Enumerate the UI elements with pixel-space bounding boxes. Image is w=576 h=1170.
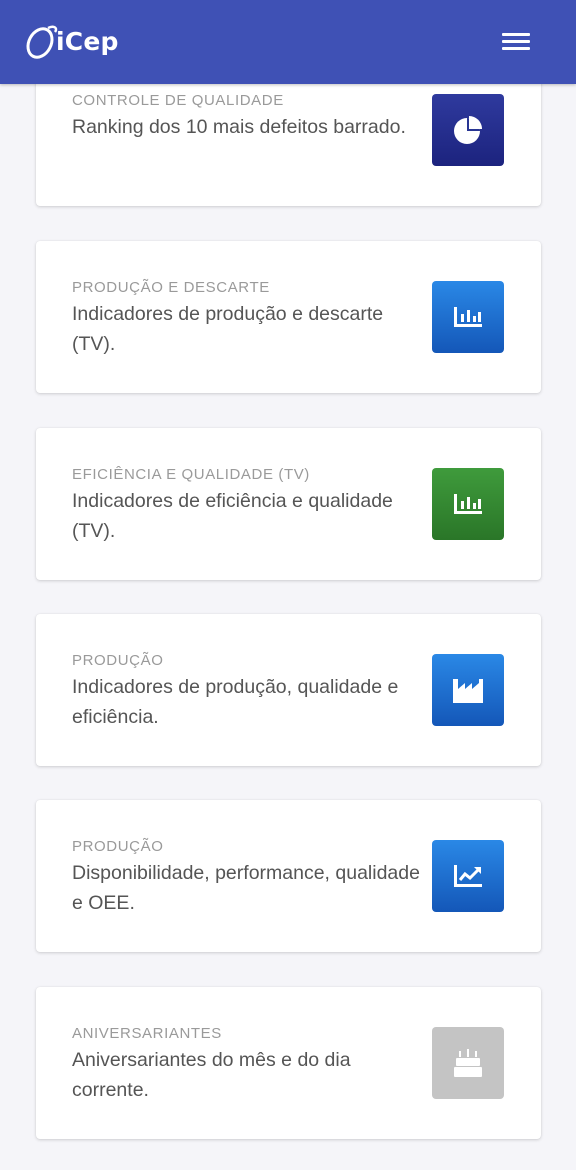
pie-chart-icon: [454, 116, 482, 144]
card-icon-box: [432, 654, 504, 726]
card-description: Aniversariantes do mês e do dia corrente…: [72, 1049, 351, 1101]
card-category: CONTROLE DE QUALIDADE: [72, 92, 284, 109]
trending-up-icon: [454, 865, 482, 887]
card-description: Ranking dos 10 mais defeitos barrado.: [72, 116, 406, 138]
app-logo[interactable]: iCep: [24, 22, 119, 62]
card-icon-box: [432, 1027, 504, 1099]
card-description: Indicadores de produção, qualidade e efi…: [72, 676, 399, 728]
card-icon-box: [432, 468, 504, 540]
card-description: Indicadores de produção e descarte (TV).: [72, 303, 384, 355]
dashboard-card-production-discard[interactable]: PRODUÇÃO E DESCARTE Indicadores de produ…: [36, 241, 541, 393]
card-icon-box: [432, 281, 504, 353]
card-description: Disponibilidade, performance, qualidade …: [72, 862, 420, 914]
app-header: iCep: [0, 0, 576, 84]
card-category: EFICIÊNCIA E QUALIDADE (TV): [72, 466, 310, 483]
dashboard-card-birthdays[interactable]: ANIVERSARIANTES Aniversariantes do mês e…: [36, 987, 541, 1139]
card-category: PRODUÇÃO E DESCARTE: [72, 279, 270, 296]
hamburger-menu-icon[interactable]: [500, 29, 532, 55]
bar-chart-icon: [454, 307, 482, 327]
card-category: PRODUÇÃO: [72, 838, 164, 855]
dashboard-card-production-indicators[interactable]: PRODUÇÃO Indicadores de produção, qualid…: [36, 614, 541, 766]
card-description: Indicadores de eficiência e qualidade (T…: [72, 490, 393, 542]
bar-chart-icon: [454, 494, 482, 514]
card-category: ANIVERSARIANTES: [72, 1025, 222, 1042]
card-category: PRODUÇÃO: [72, 652, 164, 669]
cake-icon: [454, 1049, 482, 1077]
card-icon-box: [432, 840, 504, 912]
brand-name: iCep: [56, 27, 119, 56]
card-icon-box: [432, 94, 504, 166]
dashboard-card-oee[interactable]: PRODUÇÃO Disponibilidade, performance, q…: [36, 800, 541, 952]
factory-icon: [453, 679, 483, 703]
dashboard-card-efficiency-quality[interactable]: EFICIÊNCIA E QUALIDADE (TV) Indicadores …: [36, 428, 541, 580]
logo-swoosh-icon: [26, 25, 58, 59]
